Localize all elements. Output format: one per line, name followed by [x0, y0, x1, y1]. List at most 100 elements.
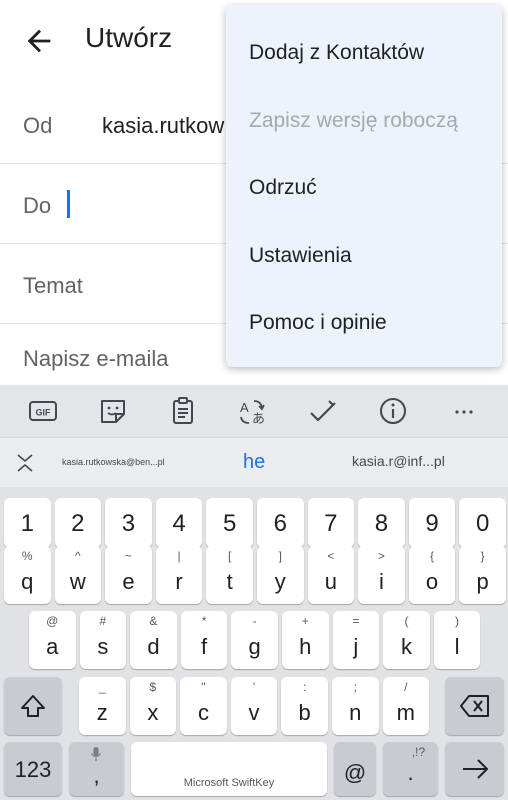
gif-label: GIF: [36, 408, 52, 418]
sticker-icon[interactable]: [97, 395, 129, 427]
key-l-label: l: [454, 634, 460, 659]
overflow-menu: Dodaj z Kontaktów Zapisz wersję roboczą …: [226, 5, 502, 367]
key-y-label: y: [274, 569, 286, 594]
key-3[interactable]: 3: [105, 498, 152, 548]
menu-item-add-from-contacts[interactable]: Dodaj z Kontaktów: [249, 41, 424, 65]
key-c-label: c: [197, 700, 209, 725]
key-i-hint: >: [377, 549, 385, 563]
key-q[interactable]: % q: [4, 546, 51, 604]
key-r-label: r: [175, 569, 183, 594]
key-g-label: g: [248, 634, 261, 659]
key-a[interactable]: @ a: [29, 611, 76, 669]
key-u[interactable]: < u: [307, 546, 355, 604]
info-icon[interactable]: [377, 395, 409, 427]
menu-item-discard[interactable]: Odrzuć: [249, 176, 317, 200]
translate-icon[interactable]: A あ: [237, 395, 269, 427]
key-8-label: 8: [374, 510, 389, 537]
key-o[interactable]: {o: [408, 546, 456, 604]
menu-item-help-feedback[interactable]: Pomoc i opinie: [249, 311, 387, 335]
from-value[interactable]: kasia.rutkow: [102, 113, 224, 139]
key-k[interactable]: (k: [383, 611, 430, 669]
backspace-key[interactable]: [445, 677, 504, 735]
key-n[interactable]: ; n: [332, 677, 379, 735]
enter-key[interactable]: [445, 742, 504, 796]
key-d-label: d: [147, 634, 160, 659]
key-r[interactable]: | r: [155, 546, 203, 604]
key-p-hint: }: [480, 549, 485, 563]
key-h-hint: +: [301, 614, 309, 628]
key-p[interactable]: } p: [459, 546, 506, 604]
key-x-hint: $: [149, 680, 157, 694]
key-l-hint: ): [455, 614, 460, 628]
menu-item-settings[interactable]: Ustawienia: [249, 244, 352, 268]
key-4[interactable]: 4: [155, 498, 203, 548]
key-5[interactable]: 5: [206, 498, 253, 548]
page-title: Utwórz: [85, 22, 173, 53]
suggestion-left[interactable]: kasia.rutkowska@ben...pl: [62, 457, 165, 467]
body-field[interactable]: Napisz e-maila: [23, 346, 169, 372]
key-z-hint: _: [98, 680, 106, 694]
back-arrow-icon[interactable]: [22, 24, 56, 58]
clipboard-icon[interactable]: [167, 395, 199, 427]
space-key[interactable]: Microsoft SwiftKey: [131, 742, 327, 796]
key-w[interactable]: ^ w: [54, 546, 102, 604]
key-y[interactable]: ] y: [257, 546, 304, 604]
key-0[interactable]: 0: [459, 498, 506, 548]
key-z[interactable]: _ z: [79, 677, 126, 735]
key-f[interactable]: * f: [180, 611, 228, 669]
key-6[interactable]: 6: [257, 498, 304, 548]
numbers-key-label: 123: [14, 757, 52, 782]
key-z-label: z: [96, 700, 108, 725]
key-b-hint: :: [302, 680, 307, 694]
key-g[interactable]: -g: [231, 611, 278, 669]
key-g-hint: -: [252, 614, 257, 628]
key-f-hint: *: [201, 614, 207, 628]
numbers-key[interactable]: 123: [4, 742, 62, 796]
more-icon[interactable]: [448, 395, 480, 427]
key-7[interactable]: 7: [307, 498, 355, 548]
collapse-icon[interactable]: [14, 452, 36, 474]
key-h-label: h: [299, 634, 312, 659]
key-m-label: m: [396, 700, 415, 725]
suggestion-bar: kasia.rutkowska@ben...pl he kasia.r@inf.…: [0, 437, 508, 487]
key-4-label: 4: [172, 510, 186, 537]
key-h[interactable]: + h: [282, 611, 329, 669]
comma-key[interactable]: ,: [69, 742, 124, 796]
key-y-hint: ]: [278, 549, 282, 563]
key-0-label: 0: [475, 510, 490, 537]
edit-icon[interactable]: [307, 395, 339, 427]
key-1[interactable]: 1: [4, 498, 51, 548]
gif-icon[interactable]: GIF: [27, 395, 59, 427]
key-2[interactable]: 2: [54, 498, 102, 548]
key-x[interactable]: $ x: [129, 677, 177, 735]
suggestion-right[interactable]: kasia.r@inf...pl: [352, 453, 445, 469]
key-l[interactable]: ) l: [433, 611, 481, 669]
comma-key-label: ,: [93, 763, 100, 788]
key-j[interactable]: = j: [332, 611, 380, 669]
key-d[interactable]: & d: [130, 611, 177, 669]
at-key[interactable]: @: [334, 742, 376, 796]
backspace-icon: [460, 695, 489, 717]
key-v[interactable]: ' v: [230, 677, 278, 735]
from-label: Od: [23, 113, 53, 138]
key-9[interactable]: 9: [408, 498, 456, 548]
shift-key[interactable]: [4, 677, 62, 735]
key-t-hint: [: [227, 549, 232, 563]
shift-icon: [21, 695, 45, 717]
key-8[interactable]: 8: [358, 498, 405, 548]
period-key-hint: ,!?: [411, 745, 426, 759]
key-t[interactable]: [t: [206, 546, 253, 604]
period-key-label: .: [407, 760, 414, 785]
key-m[interactable]: / m: [382, 677, 430, 735]
suggestion-middle[interactable]: he: [243, 451, 265, 474]
key-c[interactable]: " c: [180, 677, 227, 735]
key-i[interactable]: > i: [358, 546, 405, 604]
key-a-hint: @: [46, 614, 59, 628]
key-s[interactable]: # s: [79, 611, 127, 669]
key-e[interactable]: ~ e: [105, 546, 152, 604]
key-c-hint: ": [201, 680, 206, 694]
subject-placeholder: Temat: [23, 273, 83, 298]
key-b[interactable]: :b: [281, 677, 328, 735]
period-key[interactable]: ,!?.: [383, 742, 438, 796]
key-r-hint: |: [177, 549, 181, 563]
